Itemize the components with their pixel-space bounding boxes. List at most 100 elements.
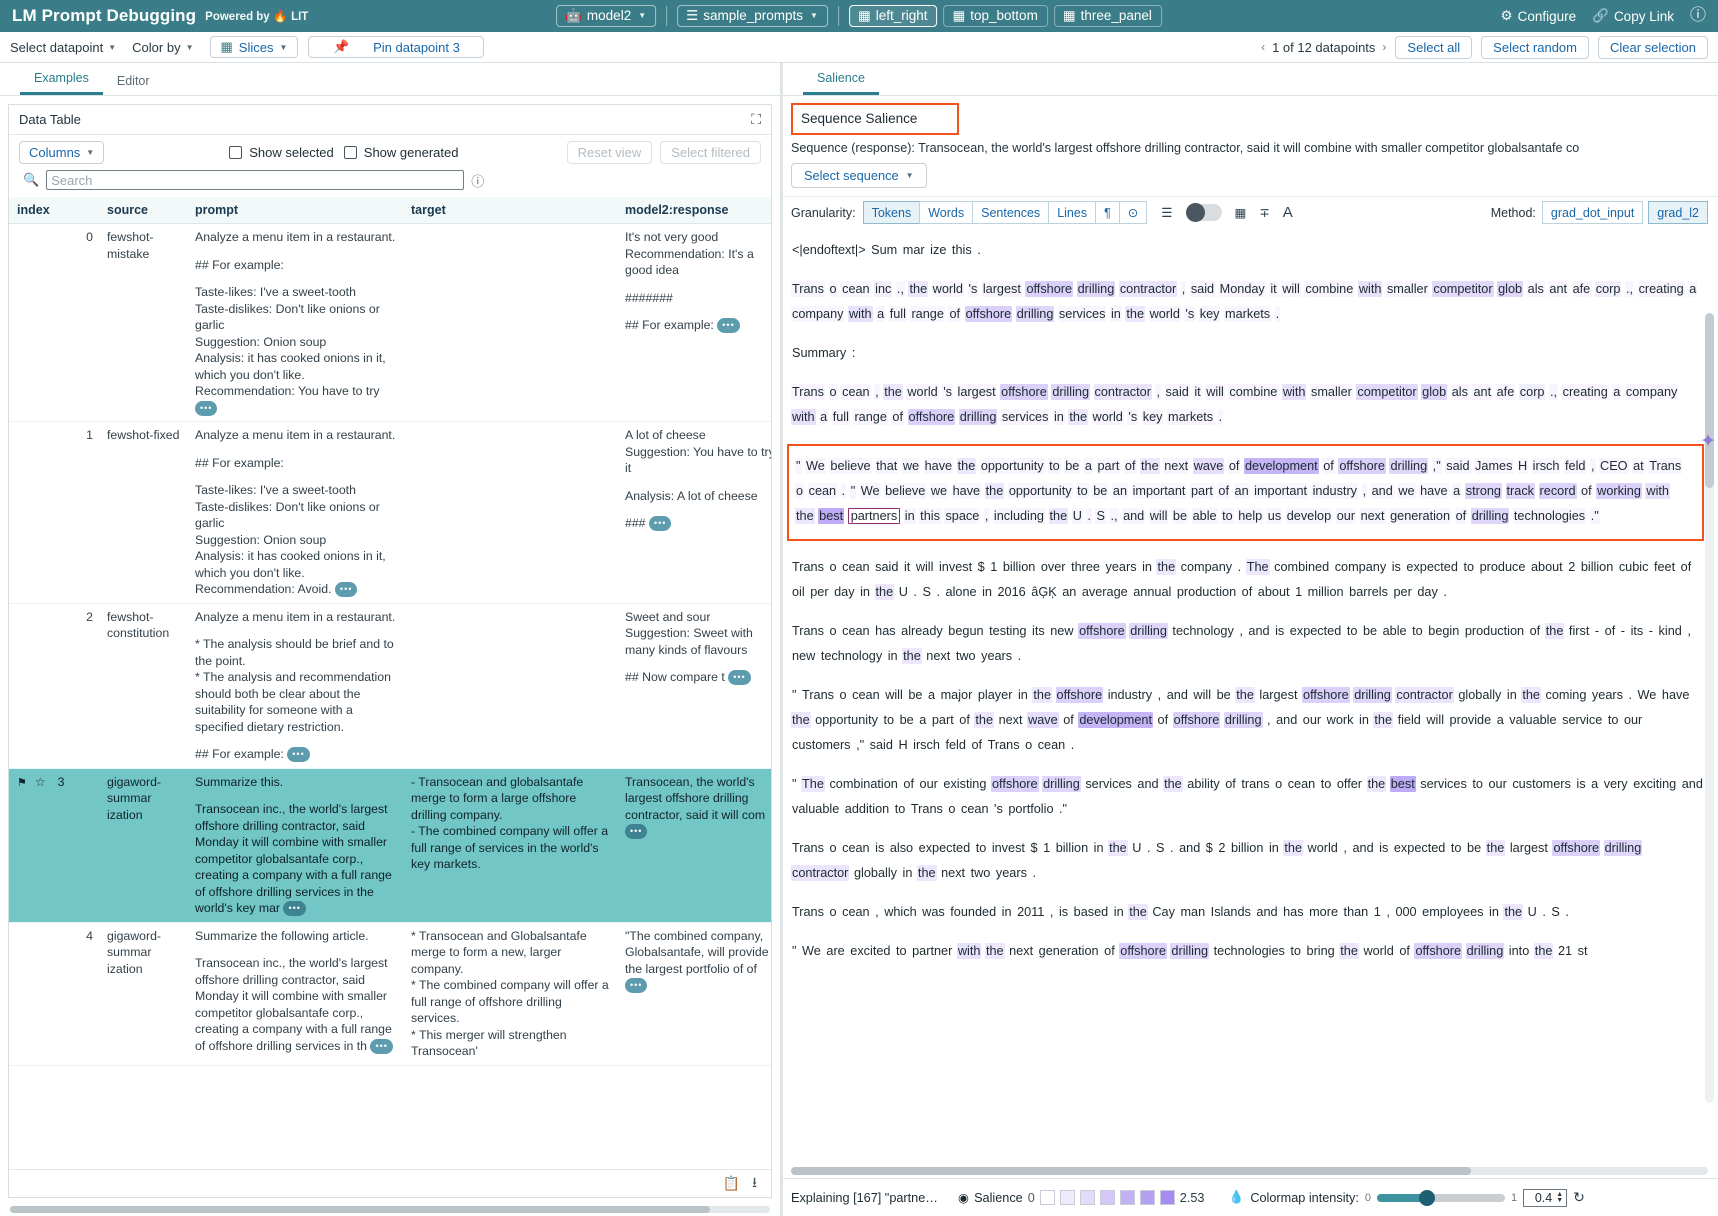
salience-token[interactable]: of	[1241, 584, 1254, 600]
salience-token[interactable]: Islands	[1210, 904, 1252, 920]
salience-token[interactable]: our	[1623, 712, 1643, 728]
salience-token[interactable]: .	[1017, 648, 1023, 664]
salience-token[interactable]: next	[1163, 458, 1189, 474]
salience-token[interactable]: drilling	[1466, 943, 1505, 959]
salience-token[interactable]: ,	[1686, 623, 1692, 639]
salience-token[interactable]: in	[1113, 904, 1125, 920]
prev-datapoint-icon[interactable]: ‹	[1261, 40, 1265, 54]
salience-token[interactable]: the	[908, 281, 928, 297]
salience-paragraph[interactable]: " The combination of our existing offsho…	[791, 772, 1704, 822]
salience-paragraph[interactable]: " Trans o cean will be a major player in…	[791, 683, 1704, 758]
salience-token[interactable]: the	[902, 648, 922, 664]
salience-token[interactable]: a	[1590, 776, 1599, 792]
salience-token[interactable]: a	[1452, 483, 1461, 499]
salience-token[interactable]: in	[1001, 904, 1013, 920]
salience-token[interactable]: the	[883, 384, 903, 400]
salience-token[interactable]: with	[1645, 483, 1670, 499]
salience-token[interactable]: $	[1030, 840, 1039, 856]
search-input[interactable]	[46, 170, 464, 190]
salience-token[interactable]: a	[1612, 384, 1621, 400]
salience-token[interactable]: working	[1596, 483, 1642, 499]
salience-token[interactable]: offshore	[1173, 712, 1221, 728]
salience-token[interactable]: creating	[1638, 281, 1685, 297]
tab-salience[interactable]: Salience	[803, 71, 879, 95]
salience-token[interactable]: o	[1274, 776, 1283, 792]
salience-text-area[interactable]: <|endoftext|> Sum mar ize this . Trans o…	[783, 230, 1718, 1167]
salience-token[interactable]: U	[1131, 840, 1142, 856]
salience-token[interactable]: is	[1391, 559, 1402, 575]
salience-token[interactable]: als	[1527, 281, 1545, 297]
salience-token[interactable]: are	[825, 943, 845, 959]
salience-token[interactable]: a	[918, 712, 927, 728]
salience-token[interactable]: ,	[984, 508, 990, 524]
salience-token[interactable]: James	[1474, 458, 1513, 474]
salience-token[interactable]: also	[889, 840, 914, 856]
salience-paragraph[interactable]: Trans o cean , which was founded in 2011…	[791, 900, 1704, 925]
granularity-paragraph[interactable]: ¶	[1095, 201, 1120, 224]
salience-token[interactable]: markets	[1167, 409, 1214, 425]
salience-token[interactable]: of	[1455, 508, 1468, 524]
salience-token[interactable]: cean	[841, 904, 871, 920]
salience-token[interactable]: it	[1193, 384, 1201, 400]
salience-token[interactable]: offshore	[1302, 687, 1350, 703]
show-generated-checkbox[interactable]: Show generated	[344, 145, 459, 160]
salience-token[interactable]: is	[1575, 776, 1586, 792]
salience-token[interactable]: and	[1178, 840, 1201, 856]
more-indicator[interactable]: •••	[625, 978, 647, 993]
scrollbar-thumb[interactable]	[1705, 313, 1714, 488]
salience-token[interactable]: drilling	[1051, 384, 1090, 400]
salience-token[interactable]: the	[795, 508, 815, 524]
layout-left-right-button[interactable]: ▦ left_right	[849, 5, 938, 27]
salience-token[interactable]: technologies	[1513, 508, 1586, 524]
salience-token[interactable]: opportunity	[980, 458, 1045, 474]
salience-token[interactable]: trans	[1240, 776, 1270, 792]
salience-token[interactable]: the	[1108, 840, 1128, 856]
salience-token[interactable]: of	[1398, 943, 1411, 959]
salience-token[interactable]: drilling	[1353, 687, 1392, 703]
salience-token[interactable]: of	[1680, 559, 1693, 575]
salience-token[interactable]: .	[1541, 904, 1547, 920]
salience-token[interactable]: competitor	[1356, 384, 1417, 400]
salience-token[interactable]: drilling	[1129, 623, 1168, 639]
salience-token[interactable]: part	[931, 712, 955, 728]
salience-token[interactable]: to	[1462, 559, 1475, 575]
salience-token[interactable]: it	[903, 559, 911, 575]
salience-token[interactable]: Trans	[791, 384, 825, 400]
salience-token[interactable]: annual	[1132, 584, 1172, 600]
salience-token[interactable]: "	[791, 776, 798, 792]
salience-token[interactable]: new	[791, 648, 816, 664]
salience-token[interactable]: us	[1267, 508, 1282, 524]
salience-token[interactable]: bring	[1306, 943, 1336, 959]
salience-token[interactable]: "	[850, 483, 857, 499]
salience-token[interactable]: best	[1390, 776, 1416, 792]
salience-token[interactable]: .,	[1625, 281, 1634, 297]
salience-token[interactable]: $	[977, 559, 986, 575]
salience-token[interactable]: customers	[1511, 776, 1572, 792]
salience-token[interactable]: technology	[1171, 623, 1234, 639]
model-selector[interactable]: 🤖 model2 ▼	[556, 5, 656, 27]
salience-token[interactable]: a	[1688, 281, 1697, 297]
salience-token[interactable]: with	[791, 409, 816, 425]
salience-token[interactable]: the	[1049, 508, 1069, 524]
salience-token[interactable]: S	[1155, 840, 1165, 856]
salience-token[interactable]: world	[1092, 409, 1124, 425]
salience-token[interactable]: be	[907, 687, 923, 703]
salience-token[interactable]: man	[1179, 904, 1206, 920]
salience-token[interactable]: 2011	[1016, 904, 1045, 920]
salience-token[interactable]: ."	[1590, 508, 1600, 524]
salience-token[interactable]: .	[1169, 840, 1175, 856]
salience-token[interactable]: a	[1496, 712, 1505, 728]
salience-token[interactable]: combined	[1273, 559, 1330, 575]
salience-token[interactable]: in	[1093, 840, 1105, 856]
salience-token[interactable]: ,"	[1432, 458, 1442, 474]
salience-token[interactable]: o	[829, 384, 838, 400]
salience-token[interactable]: next	[940, 865, 966, 881]
salience-token[interactable]: the	[1545, 623, 1565, 639]
salience-token[interactable]: the	[1140, 458, 1160, 474]
salience-token[interactable]: believe	[884, 483, 926, 499]
salience-token[interactable]: smaller	[1310, 384, 1353, 400]
salience-token[interactable]: cean	[841, 840, 871, 856]
salience-token[interactable]: in	[1358, 712, 1370, 728]
salience-token[interactable]: of	[902, 776, 915, 792]
salience-token[interactable]: offer	[1336, 776, 1363, 792]
